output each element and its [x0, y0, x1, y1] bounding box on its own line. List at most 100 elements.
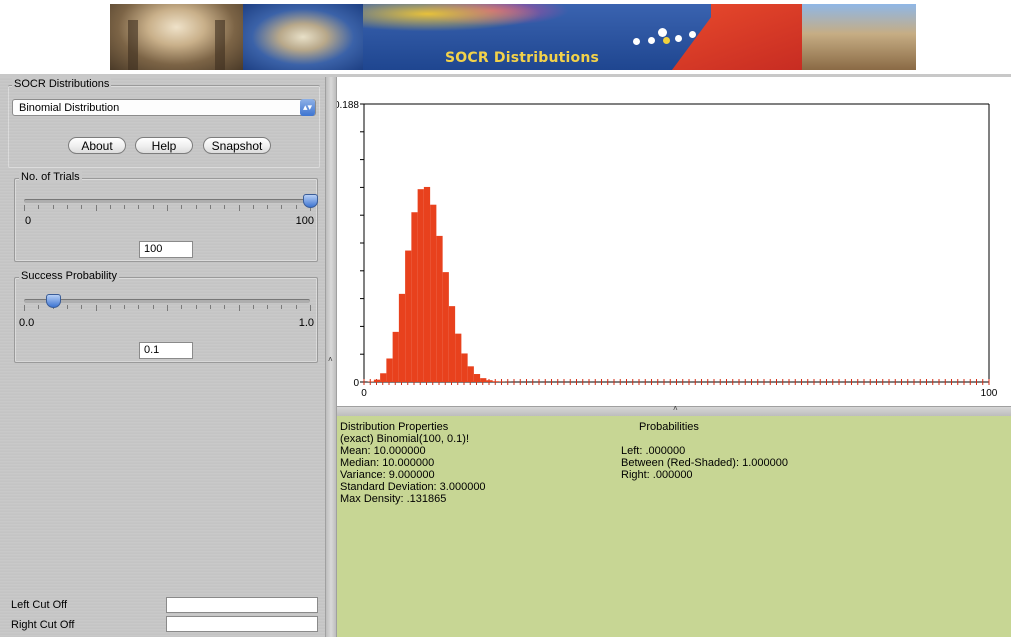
slider-tick	[152, 305, 154, 309]
slider-tick	[138, 305, 140, 309]
properties-variance: Variance: 9.000000	[340, 469, 435, 481]
distribution-select[interactable]: Binomial Distribution ▴▾	[12, 99, 316, 116]
slider-tick	[238, 205, 240, 211]
right-cutoff-input[interactable]	[166, 616, 318, 632]
slider-tick	[267, 205, 269, 209]
slider-tick	[66, 305, 68, 309]
histogram-bar	[473, 374, 481, 382]
slider-tick	[95, 305, 97, 311]
slider-tick	[38, 205, 40, 209]
socr-distributions-group: SOCR Distributions	[8, 78, 320, 168]
snapshot-button[interactable]: Snapshot	[203, 137, 271, 154]
probabilities-heading: Probabilities	[639, 421, 699, 433]
slider-tick	[209, 205, 211, 209]
collapse-arrow-icon[interactable]: ˄	[673, 404, 678, 413]
slider-tick	[66, 205, 68, 209]
left-cutoff-label: Left Cut Off	[11, 599, 68, 611]
probability-slider-thumb[interactable]	[45, 294, 61, 308]
about-button[interactable]: About	[68, 137, 126, 154]
slider-tick	[124, 205, 126, 209]
vertical-splitter[interactable]: ˄	[325, 77, 337, 637]
slider-tick	[195, 305, 197, 309]
histogram-bar	[436, 235, 443, 382]
slider-tick	[24, 205, 25, 211]
slider-tick	[81, 205, 83, 209]
slider-tick	[295, 305, 297, 309]
slider-tick	[167, 205, 168, 211]
probabilities-left: Left: .000000	[621, 445, 686, 457]
slider-tick	[152, 205, 154, 209]
pillar	[128, 20, 138, 70]
banner-photo-hall	[110, 4, 243, 70]
slider-tick	[195, 205, 197, 209]
distribution-chart: 0.188 0 0 100	[337, 77, 1011, 406]
help-button[interactable]: Help	[135, 137, 193, 154]
properties-max-density: Max Density: .131865	[340, 493, 447, 505]
slider-tick	[95, 205, 97, 211]
pillar	[215, 20, 225, 70]
histogram-bar	[461, 353, 468, 382]
banner-brain-graphic	[243, 4, 363, 70]
left-cutoff-input[interactable]	[166, 597, 318, 613]
histogram-bar	[486, 380, 493, 382]
banner-photo-tower	[802, 4, 916, 70]
probability-slider-track[interactable]	[24, 299, 310, 303]
probabilities-between: Between (Red-Shaded): 1.000000	[621, 457, 788, 469]
slider-tick	[181, 305, 183, 309]
slider-tick	[252, 205, 254, 209]
slider-tick	[310, 305, 311, 311]
slider-tick	[267, 305, 269, 309]
slider-tick	[252, 305, 254, 309]
slider-tick	[224, 305, 226, 309]
banner-dot	[633, 38, 640, 45]
histogram-bar	[423, 186, 431, 382]
distribution-select-value: Binomial Distribution	[19, 102, 120, 114]
trials-value-field[interactable]: 100	[139, 241, 193, 258]
horizontal-splitter[interactable]: ˄	[337, 404, 1011, 416]
slider-tick	[209, 305, 211, 309]
right-cutoff-label: Right Cut Off	[11, 619, 75, 631]
slider-tick	[138, 205, 140, 209]
slider-tick	[124, 305, 126, 309]
histogram-bar	[405, 250, 412, 382]
histogram-bar	[448, 306, 456, 382]
histogram-bar	[467, 366, 474, 382]
slider-tick	[24, 305, 25, 311]
control-panel: SOCR Distributions Binomial Distribution…	[0, 77, 325, 637]
slider-tick	[167, 305, 168, 311]
banner-dot	[689, 31, 696, 38]
banner-image: SOCR Distributions	[110, 4, 916, 70]
collapse-arrow-icon[interactable]: ˄	[328, 355, 333, 364]
trials-slider-thumb[interactable]	[303, 194, 318, 208]
properties-heading: Distribution Properties	[340, 421, 449, 433]
slider-tick	[295, 205, 297, 209]
properties-median: Median: 10.000000	[340, 457, 435, 469]
histogram-bar	[417, 189, 424, 382]
slider-tick	[238, 305, 240, 311]
trials-group: No. of Trials 0 100 100	[14, 171, 318, 262]
banner-dot	[658, 28, 667, 37]
histogram-bar	[492, 381, 499, 382]
slider-tick	[81, 305, 83, 309]
slider-tick	[181, 205, 183, 209]
histogram-bar	[392, 331, 399, 382]
trials-max-label: 100	[295, 215, 314, 227]
probabilities-right: Right: .000000	[621, 469, 693, 481]
trials-slider-track[interactable]	[24, 199, 310, 203]
properties-std: Standard Deviation: 3.000000	[340, 481, 486, 493]
slider-tick	[224, 205, 226, 209]
banner-title: SOCR Distributions	[445, 50, 600, 66]
group-title: SOCR Distributions	[12, 78, 112, 90]
histogram-bar	[442, 272, 449, 382]
trials-min-label: 0	[25, 215, 32, 227]
banner-strip: SOCR Distributions	[0, 0, 1011, 74]
probability-max-label: 1.0	[298, 317, 314, 329]
histogram-bar	[480, 378, 487, 382]
slider-tick	[109, 205, 111, 209]
chart-svg: 0.188 0 0 100	[337, 100, 998, 399]
slider-tick	[52, 205, 54, 209]
probability-value-field[interactable]: 0.1	[139, 342, 193, 359]
y-tick-label-max: 0.188	[337, 100, 359, 111]
x-tick-label-max: 100	[981, 388, 998, 399]
y-tick-label-zero: 0	[353, 378, 359, 389]
